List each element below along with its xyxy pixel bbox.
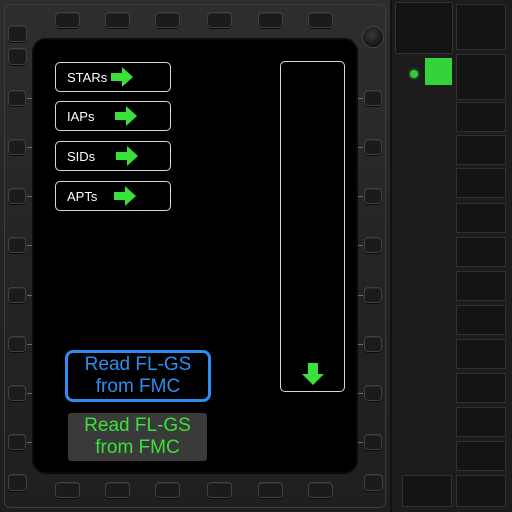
side-cell-top-left[interactable]	[395, 2, 453, 54]
side-cell-r10[interactable]	[456, 339, 506, 369]
lsk-right-3[interactable]	[364, 188, 382, 204]
procedure-list-panel	[280, 61, 345, 392]
side-cell-r14[interactable]	[456, 475, 506, 507]
arrow-right-icon	[111, 67, 134, 87]
menu-button-label: IAPs	[67, 108, 95, 124]
side-cell-r2[interactable]	[456, 54, 506, 100]
read-button-line1: Read FL-GS	[84, 354, 192, 375]
side-cell-r13[interactable]	[456, 441, 506, 471]
active-indicator[interactable]	[425, 58, 452, 85]
menu-button-stars[interactable]: STARs	[55, 62, 171, 92]
top-bezel-button-6[interactable]	[308, 12, 333, 28]
side-cell-r6[interactable]	[456, 203, 506, 233]
side-cell-r1[interactable]	[456, 4, 506, 50]
side-cell-r12[interactable]	[456, 407, 506, 437]
top-bezel-button-3[interactable]	[155, 12, 180, 28]
top-bezel-button-4[interactable]	[207, 12, 232, 28]
side-cell-r8[interactable]	[456, 271, 506, 301]
lsk-left-6[interactable]	[8, 336, 26, 352]
bottom-bezel-button-3[interactable]	[155, 482, 180, 498]
top-bezel-button-5[interactable]	[258, 12, 283, 28]
lsk-right-1-tick	[355, 98, 363, 99]
side-cell-r7[interactable]	[456, 237, 506, 267]
top-bezel-button-1[interactable]	[55, 12, 80, 28]
lsk-right-3-tick	[355, 196, 363, 197]
menu-button-label: STARs	[67, 69, 108, 85]
lsk-right-5[interactable]	[364, 287, 382, 303]
lsk-left-7[interactable]	[8, 385, 26, 401]
read-button-line1: Read FL-GS	[84, 415, 191, 436]
arrow-right-icon	[115, 106, 138, 126]
arrow-down-icon[interactable]	[301, 362, 325, 386]
lsk-right-8-tick	[355, 442, 363, 443]
bottom-bezel-button-2[interactable]	[105, 482, 130, 498]
read-fl-gs-button-blue[interactable]: Read FL-GS from FMC	[65, 350, 211, 402]
lsk-left-3[interactable]	[8, 188, 26, 204]
menu-button-sids[interactable]: SIDs	[55, 141, 171, 171]
lsk-right-2[interactable]	[364, 139, 382, 155]
lsk-right-2-tick	[355, 147, 363, 148]
side-cell-r4[interactable]	[456, 135, 506, 165]
menu-button-label: APTs	[67, 188, 98, 204]
lsk-left-5[interactable]	[8, 287, 26, 303]
menu-button-iaps[interactable]: IAPs	[55, 101, 171, 131]
bottom-bezel-button-6[interactable]	[308, 482, 333, 498]
side-cell-r9[interactable]	[456, 305, 506, 335]
bottom-bezel-button-4[interactable]	[207, 482, 232, 498]
top-bezel-button-2[interactable]	[105, 12, 130, 28]
menu-button-label: SIDs	[67, 148, 96, 164]
bottom-bezel-button-5[interactable]	[258, 482, 283, 498]
lsk-right-8[interactable]	[364, 434, 382, 450]
corner-button-bottom-right[interactable]	[364, 474, 383, 491]
arrow-right-icon	[114, 186, 137, 206]
lsk-left-1[interactable]	[8, 90, 26, 106]
side-cell-bottom-left[interactable]	[402, 475, 452, 507]
lsk-right-4-tick	[355, 245, 363, 246]
lsk-right-1[interactable]	[364, 90, 382, 106]
side-cell-r5[interactable]	[456, 168, 506, 198]
lsk-left-4[interactable]	[8, 237, 26, 253]
lsk-right-6[interactable]	[364, 336, 382, 352]
lsk-right-4[interactable]	[364, 237, 382, 253]
lsk-right-6-tick	[355, 344, 363, 345]
bottom-bezel-button-1[interactable]	[55, 482, 80, 498]
side-cell-r11[interactable]	[456, 373, 506, 403]
read-button-line2: from FMC	[95, 437, 180, 458]
lsk-left-2[interactable]	[8, 139, 26, 155]
lsk-right-7-tick	[355, 393, 363, 394]
lsk-left-8[interactable]	[8, 434, 26, 450]
lsk-right-5-tick	[355, 295, 363, 296]
menu-button-apts[interactable]: APTs	[55, 181, 171, 211]
corner-button-bottom-left[interactable]	[8, 474, 27, 491]
brightness-knob[interactable]	[362, 26, 384, 48]
side-cell-r3[interactable]	[456, 102, 506, 132]
arrow-right-icon	[116, 146, 139, 166]
corner-button-top-left-2[interactable]	[8, 48, 27, 65]
read-button-line2: from FMC	[95, 376, 181, 397]
read-fl-gs-button-green[interactable]: Read FL-GS from FMC	[68, 413, 207, 461]
corner-button-top-left-1[interactable]	[8, 25, 27, 42]
status-led	[410, 70, 418, 78]
lsk-right-7[interactable]	[364, 385, 382, 401]
